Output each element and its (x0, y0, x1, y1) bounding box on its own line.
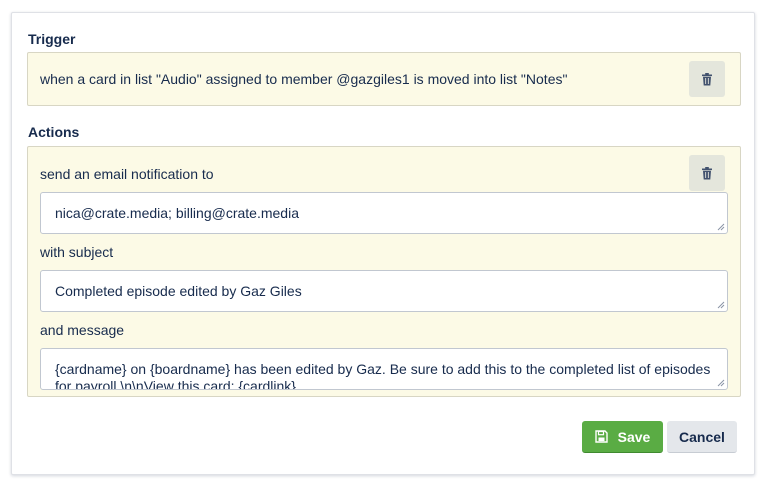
message-field[interactable]: {cardname} on {boardname} has been edite… (40, 348, 728, 390)
delete-trigger-button[interactable] (689, 61, 725, 97)
delete-action-button[interactable] (689, 155, 725, 191)
resize-grip-icon[interactable] (717, 301, 725, 309)
trash-icon (702, 166, 712, 179)
action-description: send an email notification to (40, 166, 214, 182)
cancel-button[interactable]: Cancel (667, 421, 737, 453)
actions-heading: Actions (28, 124, 80, 140)
subject-label: with subject (40, 244, 114, 260)
actions-panel: send an email notification to nica@crate… (27, 146, 741, 397)
trash-icon (702, 72, 712, 85)
message-label: and message (40, 322, 125, 338)
subject-field[interactable]: Completed episode edited by Gaz Giles (40, 270, 728, 312)
resize-grip-icon[interactable] (717, 223, 725, 231)
trigger-panel: when a card in list "Audio" assigned to … (27, 52, 741, 106)
save-label: Save (617, 428, 651, 445)
subject-value: Completed episode edited by Gaz Giles (55, 283, 302, 299)
message-value: {cardname} on {boardname} has been edite… (55, 361, 711, 390)
floppy-disk-icon (594, 430, 608, 443)
cancel-label: Cancel (679, 428, 725, 445)
recipients-value: nica@crate.media; billing@crate.media (55, 205, 299, 221)
trigger-heading: Trigger (28, 31, 76, 47)
resize-grip-icon[interactable] (717, 379, 725, 387)
recipients-field[interactable]: nica@crate.media; billing@crate.media (40, 192, 728, 234)
rule-editor-card: Trigger when a card in list "Audio" assi… (11, 12, 755, 475)
save-button[interactable]: Save (582, 421, 663, 453)
trigger-description: when a card in list "Audio" assigned to … (40, 71, 568, 87)
